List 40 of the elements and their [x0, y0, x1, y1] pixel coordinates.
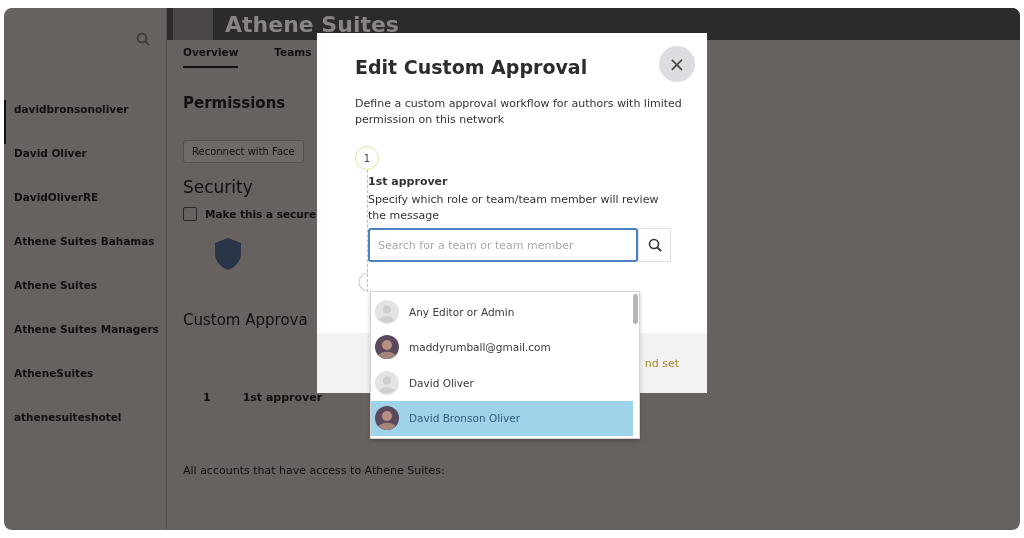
reconnect-button[interactable]: Reconnect with Face [183, 140, 304, 163]
section-title: Security [183, 177, 253, 197]
save-button[interactable]: nd set [644, 356, 679, 370]
sidebar-item[interactable]: Athene Suites [4, 276, 166, 320]
sidebar-item[interactable]: DavidOliverRE [4, 188, 166, 232]
avatar-icon [375, 299, 399, 324]
avatar-icon [375, 406, 399, 431]
dropdown-option[interactable]: David Bronson Oliver [371, 400, 633, 436]
search-icon[interactable] [136, 32, 150, 46]
step-title: 1st approver [368, 175, 448, 188]
section-title: Custom Approva [183, 311, 308, 329]
accounts-heading: All accounts that have access to Athene Suites: [183, 464, 445, 477]
search-icon [647, 238, 662, 252]
search-field[interactable]: Search for a team or team member [368, 228, 638, 262]
dropdown-option[interactable]: David Oliver [371, 365, 633, 401]
section-title: Permissions [183, 94, 286, 112]
checkbox[interactable] [183, 207, 197, 221]
shield-icon [213, 237, 243, 271]
network-title: Athene Suites [225, 11, 399, 37]
modal-title: Edit Custom Approval [355, 56, 588, 78]
step-number: 1 [203, 391, 211, 404]
checkbox-label: Make this a secure [205, 208, 317, 220]
sidebar-item[interactable]: AtheneSuites [4, 364, 166, 408]
step-description: Specify which role or team/team member will review the message [368, 192, 660, 224]
search-button[interactable] [638, 228, 671, 262]
step-label: 1st approver [242, 391, 323, 404]
scrollbar[interactable] [633, 294, 638, 324]
sidebar-item[interactable]: davidbronsonoliver [4, 100, 166, 144]
avatar-icon [375, 370, 399, 395]
avatar-icon [375, 335, 399, 360]
modal-description: Define a custom approval workflow for authors with limited permission on this network [355, 96, 683, 128]
dropdown-option[interactable]: Any Editor or Admin [371, 294, 633, 330]
tab[interactable]: Overview [183, 46, 239, 68]
close-button[interactable]: × [659, 46, 695, 82]
sidebar-item[interactable]: athenesuiteshotel [4, 408, 166, 452]
sidebar-item[interactable]: Athene Suites Bahamas [4, 232, 166, 276]
dropdown-option[interactable]: maddyrumball@gmail.com [371, 329, 633, 365]
sidebar-item[interactable]: Athene Suites Managers [4, 320, 166, 364]
tab[interactable]: Teams [274, 46, 312, 68]
sidebar-item[interactable]: David Oliver [4, 144, 166, 188]
